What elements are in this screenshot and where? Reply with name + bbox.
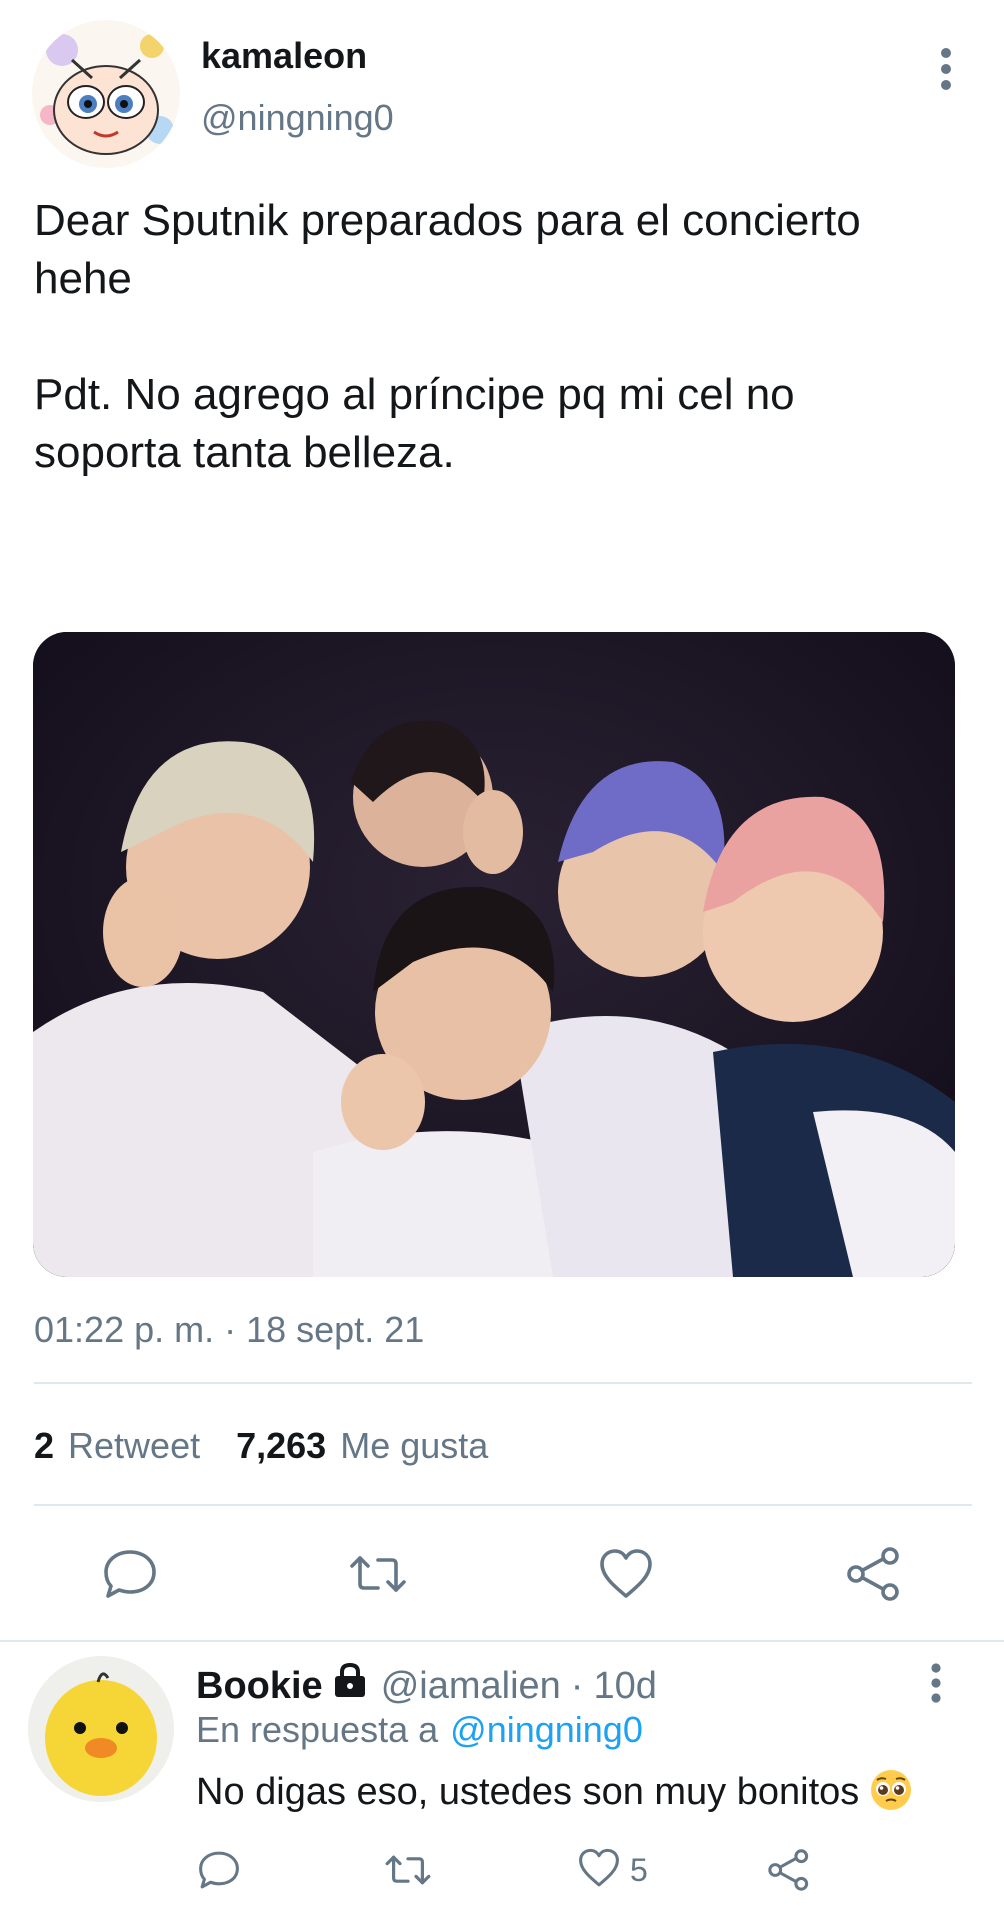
reply-retweet-icon[interactable] bbox=[384, 1846, 432, 1894]
author-avatar[interactable] bbox=[32, 20, 180, 168]
more-options-icon[interactable] bbox=[924, 44, 968, 94]
reply-like-icon bbox=[576, 1845, 622, 1896]
likes-stat[interactable]: 7,263 Me gusta bbox=[236, 1424, 488, 1468]
pleading-face-emoji bbox=[869, 1768, 913, 1812]
author-handle[interactable]: @ningning0 bbox=[201, 96, 394, 140]
reply-header: Bookie @iamalien · 10d bbox=[196, 1662, 657, 1709]
retweet-icon[interactable] bbox=[348, 1544, 408, 1604]
reply-text-container: No digas eso, ustedes son muy bonitos bbox=[196, 1768, 913, 1815]
section-separator bbox=[0, 1640, 1004, 1642]
tweet-text: Dear Sputnik preparados para el conciert… bbox=[34, 196, 861, 477]
retweets-stat[interactable]: 2 Retweet bbox=[34, 1424, 200, 1468]
author-display-name[interactable]: kamaleon bbox=[201, 34, 367, 78]
tweet-timestamp: 01:22 p. m. · 18 sept. 21 bbox=[34, 1309, 425, 1350]
share-icon[interactable] bbox=[844, 1544, 904, 1604]
reply-more-options-icon[interactable] bbox=[916, 1660, 956, 1706]
reply-icon[interactable] bbox=[100, 1544, 160, 1604]
retweets-count: 2 bbox=[34, 1425, 55, 1466]
reply-author-name[interactable]: Bookie bbox=[196, 1663, 323, 1709]
in-reply-to-handle[interactable]: @ningning0 bbox=[450, 1709, 643, 1750]
reply-text: No digas eso, ustedes son muy bonitos bbox=[196, 1771, 860, 1813]
likes-count: 7,263 bbox=[236, 1425, 327, 1466]
divider bbox=[34, 1382, 972, 1384]
tweet-stats: 2 Retweet 7,263 Me gusta bbox=[34, 1424, 524, 1468]
divider bbox=[34, 1504, 972, 1506]
reply-author-avatar[interactable] bbox=[28, 1656, 174, 1802]
likes-label: Me gusta bbox=[340, 1425, 489, 1466]
in-reply-to: En respuesta a @ningning0 bbox=[196, 1708, 643, 1752]
lock-icon bbox=[333, 1662, 367, 1709]
reply-reply-icon[interactable] bbox=[196, 1846, 242, 1894]
reply-separator: · bbox=[570, 1664, 584, 1707]
retweets-label: Retweet bbox=[68, 1425, 201, 1466]
in-reply-to-label: En respuesta a bbox=[196, 1709, 439, 1750]
reply-time: 10d bbox=[593, 1664, 657, 1707]
like-icon[interactable] bbox=[596, 1544, 656, 1604]
reply-like-button[interactable]: 5 bbox=[576, 1846, 648, 1894]
reply-share-icon[interactable] bbox=[766, 1846, 812, 1894]
reply-author-handle[interactable]: @iamalien bbox=[381, 1663, 561, 1709]
tweet-photo[interactable] bbox=[33, 632, 955, 1277]
reply-like-count: 5 bbox=[630, 1851, 648, 1888]
